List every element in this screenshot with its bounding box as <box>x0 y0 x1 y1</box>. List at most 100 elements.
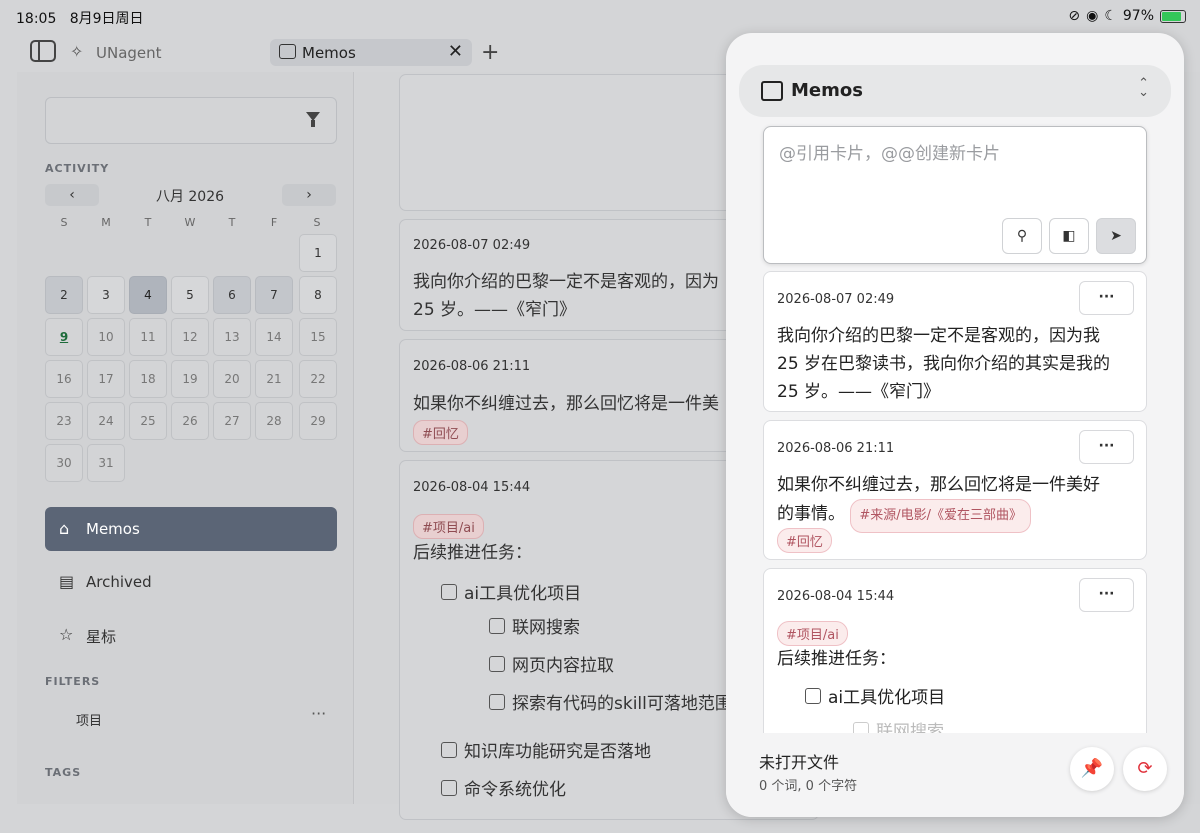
calendar-day[interactable]: 7 <box>255 276 293 314</box>
sidebar-toggle-icon[interactable] <box>30 40 56 62</box>
checkbox[interactable] <box>489 656 505 672</box>
status-time: 18:05 8月9日周日 <box>16 11 144 27</box>
nav-item-archived[interactable]: ▤ Archived <box>45 560 337 604</box>
collapse-button[interactable]: ◧ <box>1049 218 1089 254</box>
search-input[interactable] <box>45 97 337 144</box>
calendar-day[interactable]: 24 <box>87 402 125 440</box>
more-icon[interactable]: ··· <box>311 704 326 723</box>
checklist-item: 探索有代码的skill可落地范围 <box>489 689 732 714</box>
home-icon: ⌂ <box>59 519 70 538</box>
calendar-day[interactable]: 19 <box>171 360 209 398</box>
status-right: ⊘ ◉ ☾ 97% <box>1068 8 1186 24</box>
tag-chip[interactable]: #项目/ai <box>413 514 484 539</box>
memo-text: 如果你不纠缠过去，那么回忆将是一件美好 <box>777 475 1100 495</box>
memo-text: 25 岁。——《窄门》 <box>413 300 577 320</box>
pin-icon: 📌 <box>1080 758 1104 779</box>
memo-date: 2026-08-06 21:11 <box>413 359 531 374</box>
filter-item[interactable]: 项目 <box>76 710 102 729</box>
checkbox[interactable] <box>441 584 457 600</box>
search-button[interactable]: ⚲ <box>1002 218 1042 254</box>
battery-percent: 97% <box>1122 8 1154 24</box>
focus-icon: ◉ <box>1086 8 1099 24</box>
memo-heading: 后续推进任务： <box>777 649 896 669</box>
calendar-day[interactable]: 6 <box>213 276 251 314</box>
memo-text: 如果你不纠缠过去，那么回忆将是一件美 <box>413 394 719 414</box>
calendar-prev-button[interactable]: ‹ <box>45 184 99 206</box>
pin-button[interactable]: 📌 <box>1070 747 1114 791</box>
calendar-day-today[interactable]: 9 <box>45 318 83 356</box>
calendar-day[interactable]: 26 <box>171 402 209 440</box>
memo-text: 25 岁。——《窄门》 <box>777 382 941 402</box>
calendar-day[interactable]: 21 <box>255 360 293 398</box>
calendar-day[interactable]: 8 <box>299 276 337 314</box>
checklist-item: 知识库功能研究是否落地 <box>441 737 651 762</box>
battery-icon <box>1160 9 1186 23</box>
memo-date: 2026-08-07 02:49 <box>777 292 895 307</box>
checkbox[interactable] <box>489 694 505 710</box>
tag-chip[interactable]: #项目/ai <box>777 621 848 646</box>
nav-item-starred[interactable]: ☆ 星标 <box>45 613 337 657</box>
weekday-label: S <box>313 216 321 229</box>
memo-card[interactable]: 2026-08-04 15:44 ··· #项目/ai 后续推进任务： ai工具… <box>763 568 1147 743</box>
calendar-next-button[interactable]: › <box>282 184 336 206</box>
tag-chip[interactable]: #来源/电影/《爱在三部曲》 <box>850 499 1032 533</box>
tab-label: Memos <box>302 44 356 62</box>
chevron-up-down-icon[interactable]: ⌃ ⌄ <box>1138 77 1149 99</box>
tab-memos[interactable]: Memos ✕ <box>270 39 472 66</box>
memo-icon <box>761 81 783 101</box>
calendar-day[interactable]: 16 <box>45 360 83 398</box>
memo-card[interactable]: 2026-08-07 02:49 ··· 我向你介绍的巴黎一定不是客观的，因为我… <box>763 271 1147 412</box>
checkbox[interactable] <box>805 688 821 704</box>
calendar-day[interactable]: 25 <box>129 402 167 440</box>
calendar-day[interactable]: 17 <box>87 360 125 398</box>
calendar-day[interactable]: 30 <box>45 444 83 482</box>
more-button[interactable]: ··· <box>1079 578 1134 612</box>
calendar-day[interactable]: 10 <box>87 318 125 356</box>
calendar-day[interactable]: 14 <box>255 318 293 356</box>
calendar-day[interactable]: 20 <box>213 360 251 398</box>
weekday-label: S <box>60 216 68 229</box>
filter-icon[interactable] <box>306 112 320 128</box>
calendar-day[interactable]: 22 <box>299 360 337 398</box>
checkbox[interactable] <box>441 780 457 796</box>
calendar-day[interactable]: 31 <box>87 444 125 482</box>
calendar-day[interactable]: 5 <box>171 276 209 314</box>
calendar-day[interactable]: 15 <box>299 318 337 356</box>
calendar-day[interactable]: 11 <box>129 318 167 356</box>
more-button[interactable]: ··· <box>1079 430 1134 464</box>
app-name[interactable]: UNagent <box>96 44 162 62</box>
calendar-day[interactable]: 23 <box>45 402 83 440</box>
send-button[interactable]: ➤ <box>1096 218 1136 254</box>
word-count: 0 个词, 0 个字符 <box>759 779 858 794</box>
nav-item-memos[interactable]: ⌂ Memos <box>45 507 337 551</box>
checklist-item: 联网搜索 <box>489 613 580 638</box>
calendar-day[interactable]: 1 <box>299 234 337 272</box>
panel-header[interactable]: Memos ⌃ ⌄ <box>739 65 1171 117</box>
more-button[interactable]: ··· <box>1079 281 1134 315</box>
memo-text: 我向你介绍的巴黎一定不是客观的，因为我 <box>777 326 1100 346</box>
moon-icon: ☾ <box>1104 8 1117 24</box>
checkbox[interactable] <box>441 742 457 758</box>
calendar-day[interactable]: 27 <box>213 402 251 440</box>
calendar-day[interactable]: 2 <box>45 276 83 314</box>
calendar-day[interactable]: 28 <box>255 402 293 440</box>
calendar-day[interactable]: 18 <box>129 360 167 398</box>
memo-card[interactable]: 2026-08-06 21:11 ··· 如果你不纠缠过去，那么回忆将是一件美好… <box>763 420 1147 560</box>
close-tab-icon[interactable]: ✕ <box>448 41 463 62</box>
refresh-button[interactable]: ⟳ <box>1123 747 1167 791</box>
calendar-day[interactable]: 3 <box>87 276 125 314</box>
editor-placeholder: @引用卡片，@@创建新卡片 <box>779 144 1000 164</box>
status-bar: 18:05 8月9日周日 ⊘ ◉ ☾ 97% <box>0 0 1200 34</box>
memo-editor[interactable]: @引用卡片，@@创建新卡片 ⚲ ◧ ➤ <box>763 126 1147 264</box>
calendar-day[interactable]: 12 <box>171 318 209 356</box>
tag-chip[interactable]: #回忆 <box>413 420 468 445</box>
tags-label: TAGS <box>45 766 82 779</box>
file-status: 未打开文件 <box>759 753 840 772</box>
calendar-day[interactable]: 13 <box>213 318 251 356</box>
new-tab-button[interactable]: + <box>481 40 499 65</box>
calendar-day[interactable]: 29 <box>299 402 337 440</box>
calendar-day[interactable]: 4 <box>129 276 167 314</box>
checkbox[interactable] <box>489 618 505 634</box>
tag-chip[interactable]: #回忆 <box>777 528 832 553</box>
weekday-label: F <box>270 216 278 229</box>
